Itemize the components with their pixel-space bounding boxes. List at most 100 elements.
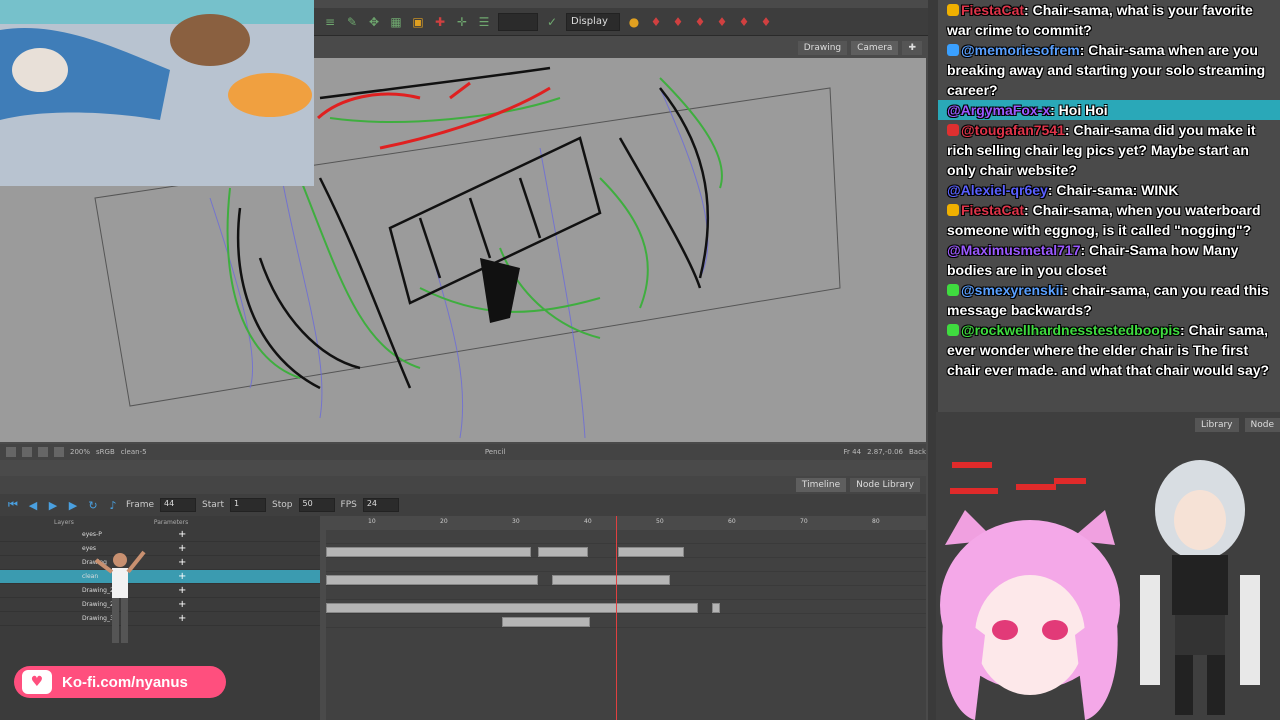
prev-frame-icon[interactable]: ◀ <box>26 498 40 512</box>
grid-toggle-icon[interactable] <box>22 447 32 457</box>
chat-username: @tougafan7541 <box>961 122 1065 138</box>
dancing-man-sticker <box>94 550 146 643</box>
vtuber-avatar-pink <box>940 510 1120 720</box>
node-block[interactable] <box>1016 484 1056 490</box>
pin-icon[interactable]: ♦ <box>648 14 664 30</box>
display-select[interactable]: Display <box>566 12 620 31</box>
layer-row[interactable]: Drawing_2 + <box>0 598 320 612</box>
brush-icon[interactable]: ✎ <box>344 14 360 30</box>
add-key-icon[interactable]: + <box>178 613 186 624</box>
exposure-block[interactable] <box>538 547 588 557</box>
tab-node[interactable]: Node <box>1244 418 1280 432</box>
safe-area-icon[interactable] <box>38 447 48 457</box>
layer-row[interactable]: Drawing + <box>0 556 320 570</box>
add-key-icon[interactable]: + <box>178 599 186 610</box>
chat-username: @Maximusmetal717 <box>947 242 1081 258</box>
frame-readout: Fr 44 <box>843 448 862 456</box>
cat-on-bed-image <box>0 0 314 186</box>
add-key-icon[interactable]: + <box>178 571 186 582</box>
layers-icon[interactable]: ≡ <box>322 14 338 30</box>
playhead[interactable] <box>616 516 617 720</box>
timeline-controls: ⏮ ◀ ▶ ▶ ↻ ♪ Frame 44 Start 1 Stop 50 FPS… <box>0 494 926 516</box>
track-row[interactable] <box>326 572 926 586</box>
sound-icon[interactable]: ♪ <box>106 498 120 512</box>
pin-icon-6[interactable]: ♦ <box>758 14 774 30</box>
chat-username: FiestaCat <box>961 202 1025 218</box>
chat-message: FiestaCat: Chair-sama, when you waterboa… <box>938 200 1280 240</box>
kofi-link[interactable]: Ko-fi.com/nyanus <box>62 674 188 691</box>
track-row[interactable] <box>326 558 926 572</box>
add-icon[interactable]: ✛ <box>454 14 470 30</box>
chat-username: @ArgymaFox-x <box>947 102 1051 118</box>
track-row[interactable] <box>326 544 926 558</box>
layer-row[interactable]: Drawing_3 + <box>0 612 320 626</box>
next-frame-icon[interactable]: ▶ <box>66 498 80 512</box>
transform-icon[interactable]: ✥ <box>366 14 382 30</box>
vtuber-avatar-white <box>1140 460 1260 715</box>
exposure-block[interactable] <box>326 603 698 613</box>
kofi-banner[interactable]: ♥ Ko-fi.com/nyanus <box>14 666 226 698</box>
tab-node-library[interactable]: Node Library <box>850 478 920 492</box>
node-block[interactable] <box>952 462 992 468</box>
add-key-icon[interactable]: + <box>178 529 186 540</box>
light-icon[interactable]: ● <box>626 14 642 30</box>
pin-icon-5[interactable]: ♦ <box>736 14 752 30</box>
add-view-icon[interactable]: ✚ <box>902 41 922 55</box>
zoom-level[interactable]: 200% <box>70 448 90 456</box>
exposure-block[interactable] <box>618 547 684 557</box>
track-row[interactable] <box>326 614 926 628</box>
pin-icon-3[interactable]: ♦ <box>692 14 708 30</box>
add-key-icon[interactable]: + <box>178 585 186 596</box>
onion-skin-icon[interactable]: ✚ <box>432 14 448 30</box>
grid-icon[interactable]: ▦ <box>388 14 404 30</box>
badge-icon <box>947 124 959 136</box>
add-key-icon[interactable]: + <box>178 543 186 554</box>
loop-icon[interactable]: ↻ <box>86 498 100 512</box>
layer-row-selected[interactable]: clean + <box>0 570 320 584</box>
track-row[interactable] <box>326 530 926 544</box>
exposure-block[interactable] <box>502 617 590 627</box>
pin-icon-2[interactable]: ♦ <box>670 14 686 30</box>
frame-icon[interactable]: ▣ <box>410 14 426 30</box>
pen-icon[interactable]: ✓ <box>544 14 560 30</box>
chat-message-highlighted: @ArgymaFox-x: Hoi Hoi <box>938 100 1280 120</box>
track-row[interactable] <box>326 586 926 600</box>
exposure-block[interactable] <box>326 547 531 557</box>
tab-timeline[interactable]: Timeline <box>795 478 847 492</box>
fps-input[interactable]: 24 <box>362 498 399 512</box>
timeline-tracks[interactable]: 10 20 30 40 50 60 70 80 <box>326 516 926 720</box>
first-frame-icon[interactable]: ⏮ <box>6 498 20 512</box>
exposure-block[interactable] <box>326 575 538 585</box>
chat-username: @Alexiel-qr6ey <box>947 182 1048 198</box>
start-input[interactable]: 1 <box>230 498 267 512</box>
track-row[interactable] <box>326 600 926 614</box>
chat-message: FiestaCat: Chair-sama, what is your favo… <box>938 0 1280 40</box>
chat-overlay: FiestaCat: Chair-sama, what is your favo… <box>938 0 1280 412</box>
chat-message: @smexyrenskii: chair-sama, can you read … <box>938 280 1280 320</box>
view-icon[interactable] <box>6 447 16 457</box>
play-icon[interactable]: ▶ <box>46 498 60 512</box>
exposure-block[interactable] <box>552 575 670 585</box>
layer-row[interactable]: eyes-P + <box>0 528 320 542</box>
color-select[interactable] <box>498 12 538 31</box>
pin-icon-4[interactable]: ♦ <box>714 14 730 30</box>
layer-row[interactable]: eyes + <box>0 542 320 556</box>
bg-readout: Back <box>909 448 926 456</box>
current-tool: Pencil <box>484 448 506 456</box>
tab-library[interactable]: Library <box>1195 418 1239 432</box>
add-key-icon[interactable]: + <box>178 557 186 568</box>
node-block[interactable] <box>1054 478 1086 484</box>
lock-icon[interactable] <box>54 447 64 457</box>
stack-icon[interactable]: ☰ <box>476 14 492 30</box>
ruler-tick: 30 <box>512 518 520 525</box>
tab-drawing[interactable]: Drawing <box>797 41 848 55</box>
node-block[interactable] <box>950 488 998 494</box>
frame-input[interactable]: 44 <box>160 498 197 512</box>
frame-ruler[interactable]: 10 20 30 40 50 60 70 80 <box>326 516 926 530</box>
exposure-block[interactable] <box>712 603 720 613</box>
coords-readout: 2.87,-0.06 <box>867 448 903 456</box>
tab-camera[interactable]: Camera <box>851 41 899 55</box>
layer-row[interactable]: Drawing_2 + <box>0 584 320 598</box>
stop-input[interactable]: 50 <box>298 498 335 512</box>
color-mode[interactable]: sRGB <box>96 448 115 456</box>
